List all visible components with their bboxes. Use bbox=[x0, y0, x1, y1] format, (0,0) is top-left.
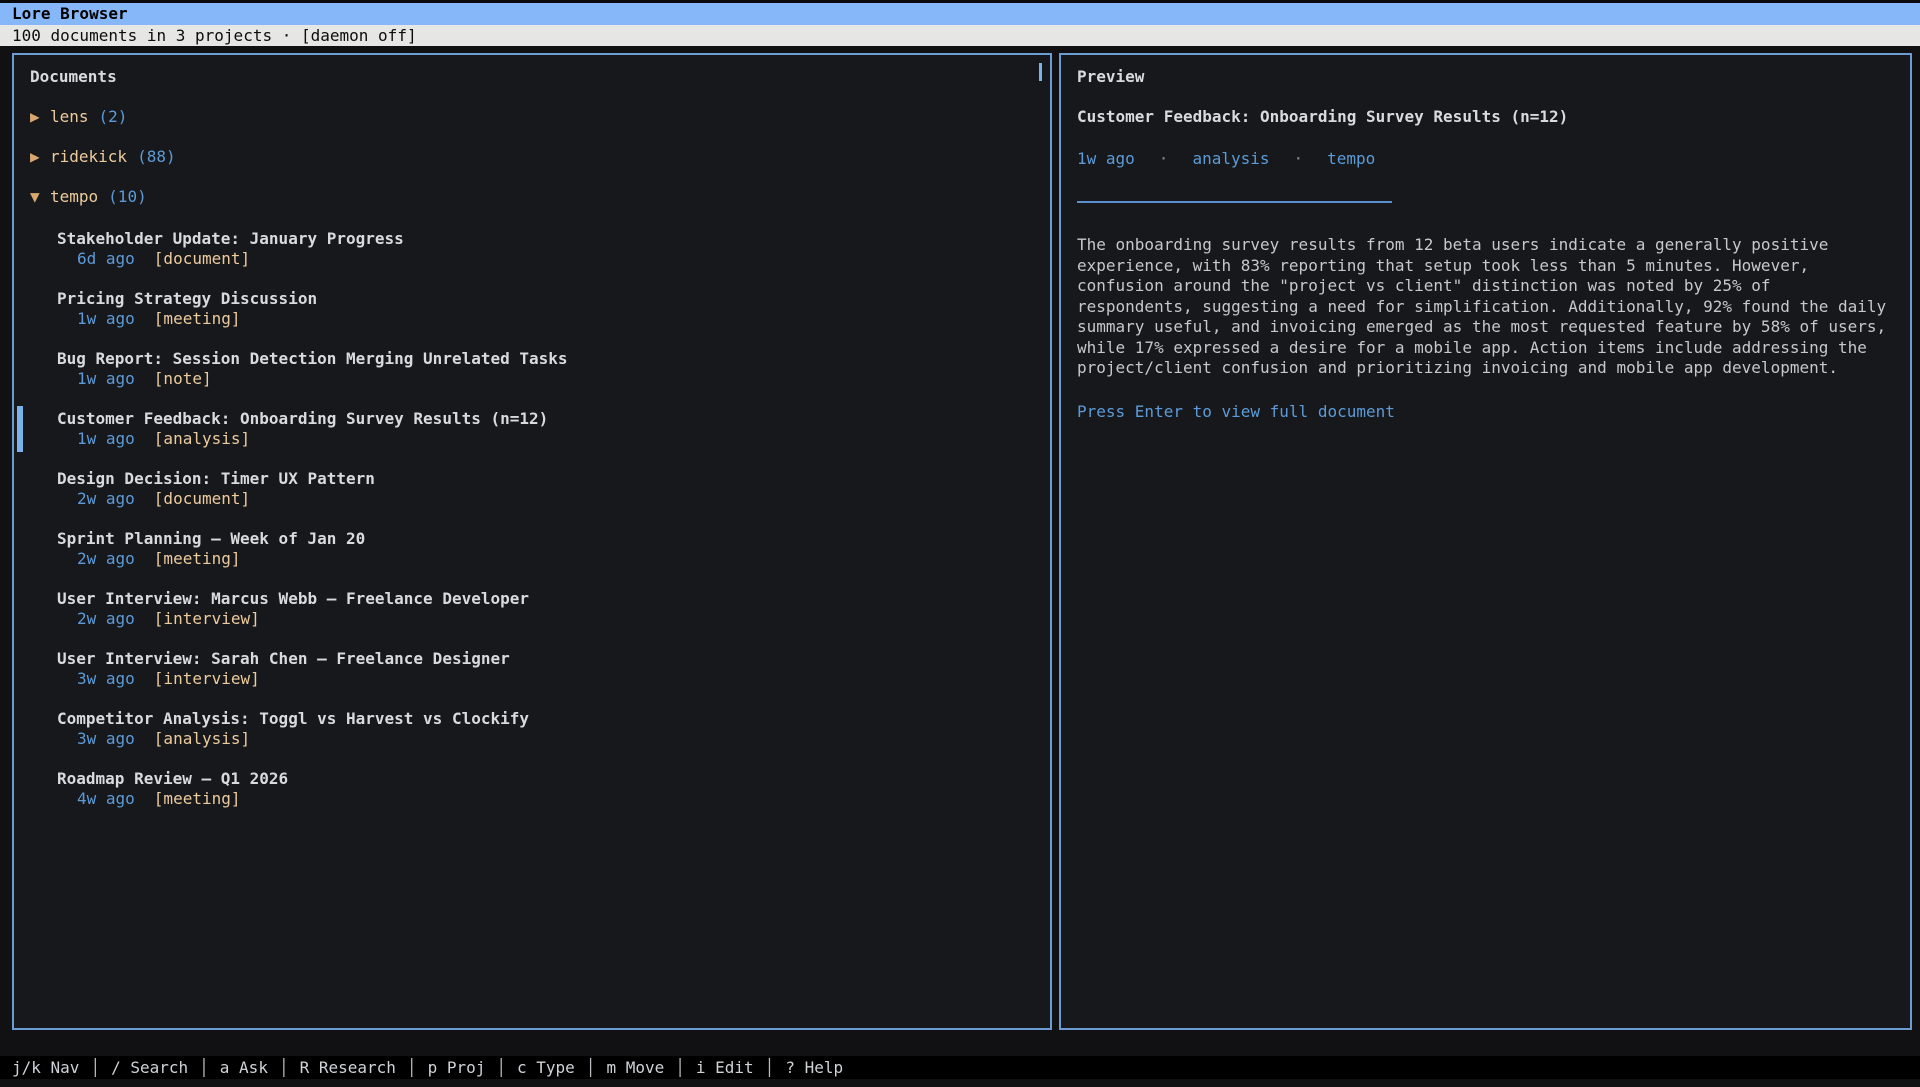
preview-divider bbox=[1077, 201, 1392, 203]
project-name: tempo bbox=[50, 187, 98, 206]
document-age: 4w ago bbox=[77, 789, 135, 808]
document-list: Stakeholder Update: January Progress 6d … bbox=[30, 229, 1034, 809]
document-type-badge: [interview] bbox=[154, 669, 260, 688]
documents-scrollbar-thumb[interactable] bbox=[1039, 63, 1042, 81]
documents-panel: Documents ▶lens(2) ▶ridekick(88) ▼tempo(… bbox=[12, 53, 1052, 1030]
selection-bar bbox=[17, 406, 23, 452]
statusbar-separator: │ bbox=[407, 1058, 417, 1077]
preview-document-title: Customer Feedback: Onboarding Survey Res… bbox=[1077, 107, 1894, 127]
preview-age: 1w ago bbox=[1077, 149, 1135, 169]
shortcut-ask: a Ask bbox=[220, 1058, 268, 1077]
document-title: Stakeholder Update: January Progress bbox=[57, 229, 1034, 249]
project-doc-count: (88) bbox=[137, 147, 176, 166]
document-item[interactable]: Bug Report: Session Detection Merging Un… bbox=[30, 349, 1034, 389]
shortcut-move: m Move bbox=[606, 1058, 664, 1077]
statusbar-separator: │ bbox=[199, 1058, 209, 1077]
preview-project: tempo bbox=[1327, 149, 1375, 169]
preview-type: analysis bbox=[1192, 149, 1269, 169]
collapsed-arrow-icon: ▶ bbox=[30, 147, 50, 167]
document-type-badge: [meeting] bbox=[154, 549, 241, 568]
document-age: 1w ago bbox=[77, 369, 135, 388]
document-type-badge: [meeting] bbox=[154, 309, 241, 328]
expanded-arrow-icon: ▼ bbox=[30, 187, 50, 207]
shortcut-research: R Research bbox=[300, 1058, 396, 1077]
statusbar: j/k Nav │ / Search │ a Ask │ R Research │ p Proj… bbox=[0, 1056, 1920, 1079]
statusbar-separator: │ bbox=[90, 1058, 100, 1077]
project-doc-count: (2) bbox=[99, 107, 128, 126]
document-item[interactable]: Pricing Strategy Discussion 1w ago [meeti… bbox=[30, 289, 1034, 329]
document-type-badge: [document] bbox=[154, 489, 250, 508]
project-name: ridekick bbox=[50, 147, 127, 166]
statusbar-separator: │ bbox=[279, 1058, 289, 1077]
shortcut-type: c Type bbox=[517, 1058, 575, 1077]
document-age: 1w ago bbox=[77, 429, 135, 448]
document-age: 3w ago bbox=[77, 729, 135, 748]
summary-bar: 100 documents in 3 projects · [daemon of… bbox=[0, 25, 1920, 46]
document-title: Competitor Analysis: Toggl vs Harvest vs… bbox=[57, 709, 1034, 729]
view-full-document-hint: Press Enter to view full document bbox=[1077, 402, 1894, 422]
middot-separator: · bbox=[1294, 149, 1304, 169]
document-item[interactable]: User Interview: Sarah Chen — Freelance D… bbox=[30, 649, 1034, 689]
document-type-badge: [analysis] bbox=[154, 429, 250, 448]
document-age: 2w ago bbox=[77, 549, 135, 568]
preview-panel-title: Preview bbox=[1077, 67, 1894, 87]
statusbar-separator: │ bbox=[765, 1058, 775, 1077]
document-title: Roadmap Review — Q1 2026 bbox=[57, 769, 1034, 789]
document-item[interactable]: Sprint Planning — Week of Jan 20 2w ago [… bbox=[30, 529, 1034, 569]
preview-panel: Preview Customer Feedback: Onboarding Su… bbox=[1059, 53, 1912, 1030]
document-title: Sprint Planning — Week of Jan 20 bbox=[57, 529, 1034, 549]
statusbar-separator: │ bbox=[586, 1058, 596, 1077]
lore-browser-window: Lore Browser 100 documents in 3 projects… bbox=[0, 0, 1920, 1087]
statusbar-separator: │ bbox=[496, 1058, 506, 1077]
document-type-badge: [document] bbox=[154, 249, 250, 268]
shortcut-search: / Search bbox=[111, 1058, 188, 1077]
collapsed-arrow-icon: ▶ bbox=[30, 107, 50, 127]
statusbar-separator: │ bbox=[675, 1058, 685, 1077]
document-item[interactable]: Roadmap Review — Q1 2026 4w ago [meeting] bbox=[30, 769, 1034, 809]
main-area: Documents ▶lens(2) ▶ridekick(88) ▼tempo(… bbox=[12, 53, 1912, 1030]
document-item[interactable]: Stakeholder Update: January Progress 6d … bbox=[30, 229, 1034, 269]
preview-meta: 1w ago · analysis · tempo bbox=[1077, 149, 1894, 169]
project-row-tempo[interactable]: ▼tempo (10) bbox=[30, 187, 1034, 207]
document-type-badge: [meeting] bbox=[154, 789, 241, 808]
shortcut-help: ? Help bbox=[785, 1058, 843, 1077]
shortcut-proj: p Proj bbox=[428, 1058, 486, 1077]
project-doc-count: (10) bbox=[108, 187, 147, 206]
document-type-badge: [analysis] bbox=[154, 729, 250, 748]
document-age: 1w ago bbox=[77, 309, 135, 328]
summary-text: 100 documents in 3 projects · [daemon of… bbox=[12, 26, 417, 45]
document-age: 3w ago bbox=[77, 669, 135, 688]
shortcut-edit: i Edit bbox=[696, 1058, 754, 1077]
document-title: Pricing Strategy Discussion bbox=[57, 289, 1034, 309]
document-age: 6d ago bbox=[77, 249, 135, 268]
document-age: 2w ago bbox=[77, 609, 135, 628]
document-item[interactable]: Competitor Analysis: Toggl vs Harvest vs… bbox=[30, 709, 1034, 749]
project-row-ridekick[interactable]: ▶ridekick (88) bbox=[30, 147, 1034, 167]
preview-body-text: The onboarding survey results from 12 be… bbox=[1077, 235, 1894, 379]
middot-separator: · bbox=[1159, 149, 1169, 169]
document-type-badge: [interview] bbox=[154, 609, 260, 628]
document-title: Design Decision: Timer UX Pattern bbox=[57, 469, 1034, 489]
document-age: 2w ago bbox=[77, 489, 135, 508]
shortcut-nav: j/k Nav bbox=[12, 1058, 79, 1077]
document-item[interactable]: Design Decision: Timer UX Pattern 2w ago… bbox=[30, 469, 1034, 509]
app-title: Lore Browser bbox=[12, 4, 128, 23]
document-title: User Interview: Marcus Webb — Freelance … bbox=[57, 589, 1034, 609]
project-name: lens bbox=[50, 107, 89, 126]
documents-panel-title: Documents bbox=[30, 67, 1034, 87]
document-title: User Interview: Sarah Chen — Freelance D… bbox=[57, 649, 1034, 669]
document-title: Customer Feedback: Onboarding Survey Res… bbox=[57, 409, 1034, 429]
titlebar: Lore Browser bbox=[0, 3, 1920, 25]
project-row-lens[interactable]: ▶lens (2) bbox=[30, 107, 1034, 127]
document-type-badge: [note] bbox=[154, 369, 212, 388]
document-title: Bug Report: Session Detection Merging Un… bbox=[57, 349, 1034, 369]
document-item-selected[interactable]: Customer Feedback: Onboarding Survey Res… bbox=[30, 409, 1034, 449]
document-item[interactable]: User Interview: Marcus Webb — Freelance … bbox=[30, 589, 1034, 629]
